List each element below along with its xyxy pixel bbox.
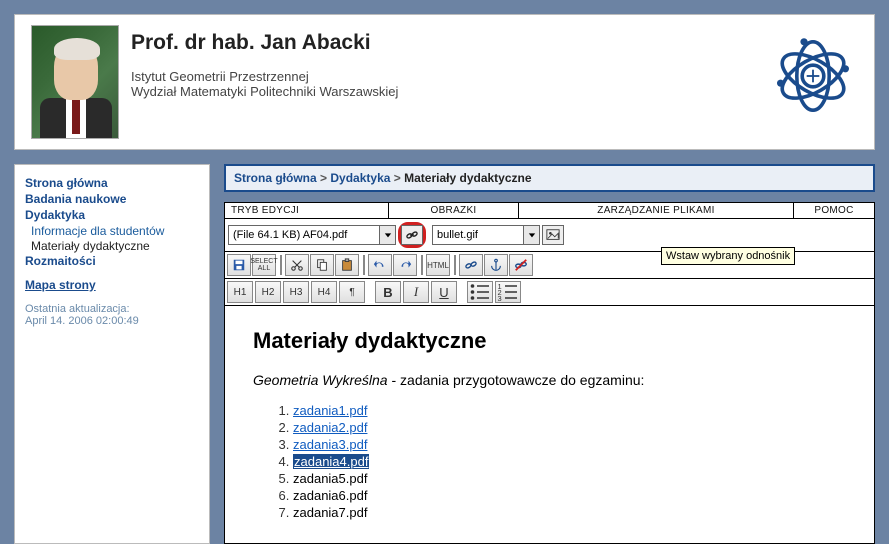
file-list: zadania1.pdf zadania2.pdf zadania3.pdf z… — [293, 402, 846, 521]
html-mode-button[interactable]: HTML — [426, 254, 450, 276]
copy-button[interactable] — [310, 254, 334, 276]
bold-button[interactable]: B — [375, 281, 401, 303]
page-header: Prof. dr hab. Jan Abacki Istytut Geometr… — [14, 14, 875, 150]
list-item: zadania6.pdf — [293, 487, 846, 504]
undo-button[interactable] — [368, 254, 392, 276]
tooltip: Wstaw wybrany odnośnik — [661, 247, 795, 265]
editor-content[interactable]: Materiały dydaktyczne Geometria Wykreśln… — [225, 306, 874, 543]
last-updated-label: Ostatnia aktualizacja: — [25, 303, 199, 315]
menu-images[interactable]: OBRAZKI — [389, 203, 519, 218]
copy-icon — [315, 258, 329, 272]
site-logo — [768, 31, 858, 121]
file-text: zadania6.pdf — [293, 488, 367, 503]
anchor-icon — [489, 258, 503, 272]
insert-image-button[interactable] — [542, 225, 564, 245]
image-select-input[interactable] — [433, 226, 523, 244]
breadcrumb-home[interactable]: Strona główna — [234, 171, 317, 185]
list-number-icon: 123 — [496, 280, 520, 304]
main-area: Strona główna > Dydaktyka > Materiały dy… — [224, 164, 875, 544]
page-title: Prof. dr hab. Jan Abacki — [131, 31, 756, 55]
subtitle-line-2: Wydział Matematyki Politechniki Warszaws… — [131, 84, 756, 99]
save-icon — [232, 258, 246, 272]
breadcrumb-sep: > — [320, 171, 327, 185]
breadcrumb: Strona główna > Dydaktyka > Materiały dy… — [224, 164, 875, 192]
list-item: zadania7.pdf — [293, 504, 846, 521]
menu-edit-mode[interactable]: TRYB EDYCJI — [225, 203, 389, 218]
file-link[interactable]: zadania2.pdf — [293, 420, 367, 435]
menu-help[interactable]: POMOC — [794, 203, 874, 218]
breadcrumb-sep: > — [394, 171, 401, 185]
editor-menu-bar: TRYB EDYCJI OBRAZKI ZARZĄDZANIE PLIKAMI … — [225, 203, 874, 219]
h3-button[interactable]: H3 — [283, 281, 309, 303]
save-button[interactable] — [227, 254, 251, 276]
undo-icon — [373, 258, 387, 272]
unlink-icon — [514, 258, 528, 272]
redo-button[interactable] — [393, 254, 417, 276]
list-item: zadania3.pdf — [293, 436, 846, 453]
menu-file-management[interactable]: ZARZĄDZANIE PLIKAMI — [519, 203, 794, 218]
anchor-button[interactable] — [484, 254, 508, 276]
scissors-icon — [290, 258, 304, 272]
underline-button[interactable]: U — [431, 281, 457, 303]
h2-button[interactable]: H2 — [255, 281, 281, 303]
sidebar-item-teaching[interactable]: Dydaktyka — [25, 207, 199, 223]
bullet-list-button[interactable] — [467, 281, 493, 303]
insert-link-button[interactable] — [401, 225, 423, 245]
content-heading: Materiały dydaktyczne — [253, 328, 846, 354]
list-item: zadania5.pdf — [293, 470, 846, 487]
file-link[interactable]: zadania1.pdf — [293, 403, 367, 418]
chevron-down-icon[interactable] — [523, 226, 539, 244]
image-select-combo[interactable] — [432, 225, 540, 245]
insert-link-highlight — [398, 222, 426, 248]
subtitle-line-1: Istytut Geometrii Przestrzennej — [131, 69, 756, 84]
image-icon — [546, 228, 560, 242]
link-icon — [405, 228, 419, 242]
chevron-down-icon[interactable] — [379, 226, 395, 244]
sidebar-sitemap[interactable]: Mapa strony — [25, 277, 199, 293]
h4-button[interactable]: H4 — [311, 281, 337, 303]
breadcrumb-teaching[interactable]: Dydaktyka — [330, 171, 390, 185]
svg-text:3: 3 — [498, 294, 502, 303]
unlink-button[interactable] — [509, 254, 533, 276]
italic-button[interactable]: I — [403, 281, 429, 303]
paste-icon — [340, 258, 354, 272]
list-item: zadania2.pdf — [293, 419, 846, 436]
redo-icon — [398, 258, 412, 272]
link-icon — [464, 258, 478, 272]
link-button[interactable] — [459, 254, 483, 276]
file-link-selected[interactable]: zadania4.pdf — [293, 454, 369, 469]
paragraph-button[interactable]: ¶ — [339, 281, 365, 303]
file-select-combo[interactable] — [228, 225, 396, 245]
cut-button[interactable] — [285, 254, 309, 276]
select-all-button[interactable]: SELECTALL — [252, 254, 276, 276]
editor-panel: TRYB EDYCJI OBRAZKI ZARZĄDZANIE PLIKAMI … — [224, 202, 875, 544]
number-list-button[interactable]: 123 — [495, 281, 521, 303]
file-link[interactable]: zadania3.pdf — [293, 437, 367, 452]
sidebar: Strona główna Badania naukowe Dydaktyka … — [14, 164, 210, 544]
sidebar-item-materials[interactable]: Materiały dydaktyczne — [25, 239, 199, 253]
sidebar-item-misc[interactable]: Rozmaitości — [25, 253, 199, 269]
list-item: zadania1.pdf — [293, 402, 846, 419]
file-select-input[interactable] — [229, 226, 379, 244]
last-updated-value: April 14. 2006 02:00:49 — [25, 315, 199, 327]
file-picker-row: Wstaw wybrany odnośnik — [225, 219, 874, 252]
list-bullet-icon — [468, 280, 492, 304]
paste-button[interactable] — [335, 254, 359, 276]
sidebar-item-student-info[interactable]: Informacje dla studentów — [25, 223, 199, 239]
file-text: zadania5.pdf — [293, 471, 367, 486]
sidebar-item-home[interactable]: Strona główna — [25, 175, 199, 191]
sidebar-item-research[interactable]: Badania naukowe — [25, 191, 199, 207]
h1-button[interactable]: H1 — [227, 281, 253, 303]
content-subtitle: Geometria Wykreślna - zadania przygotowa… — [253, 372, 846, 388]
avatar — [31, 25, 119, 139]
file-text: zadania7.pdf — [293, 505, 367, 520]
format-row: H1 H2 H3 H4 ¶ B I U 123 — [225, 279, 874, 306]
breadcrumb-current: Materiały dydaktyczne — [404, 171, 531, 185]
list-item: zadania4.pdf — [293, 453, 846, 470]
